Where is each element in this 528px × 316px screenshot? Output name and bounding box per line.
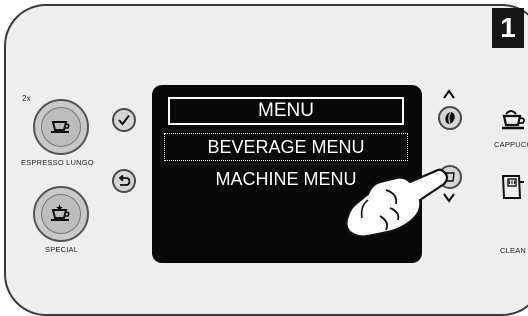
ok-button[interactable] [112,108,136,132]
clean-label: CLEAN [500,246,527,255]
back-button[interactable] [112,169,136,193]
menu-title: MENU [168,97,404,125]
chevron-up-icon[interactable] [442,88,456,100]
espresso-lungo-badge: 2x [22,94,31,103]
clean-icon [501,175,524,199]
aroma-strength-button[interactable] [438,106,462,130]
espresso-lungo-button[interactable] [33,99,89,155]
pointing-hand-icon [345,168,449,238]
cappuccino-button[interactable] [500,108,528,134]
espresso-lungo-label: ESPRESSO LUNGO [21,158,94,167]
cappuccino-cup-icon [502,110,525,130]
cup-icon [51,121,70,133]
back-arrow-icon [118,175,131,186]
special-label: SPECIAL [45,245,79,254]
step-number-badge: 1 [492,8,524,48]
checkmark-icon [118,114,130,126]
cappuccino-label: CAPPUCCI [494,140,528,149]
coffee-bean-icon [445,112,455,124]
menu-item-beverage-menu[interactable]: BEVERAGE MENU [164,133,408,161]
cup-star-icon [51,204,70,221]
clean-button[interactable] [500,172,526,202]
special-button[interactable] [33,186,89,242]
